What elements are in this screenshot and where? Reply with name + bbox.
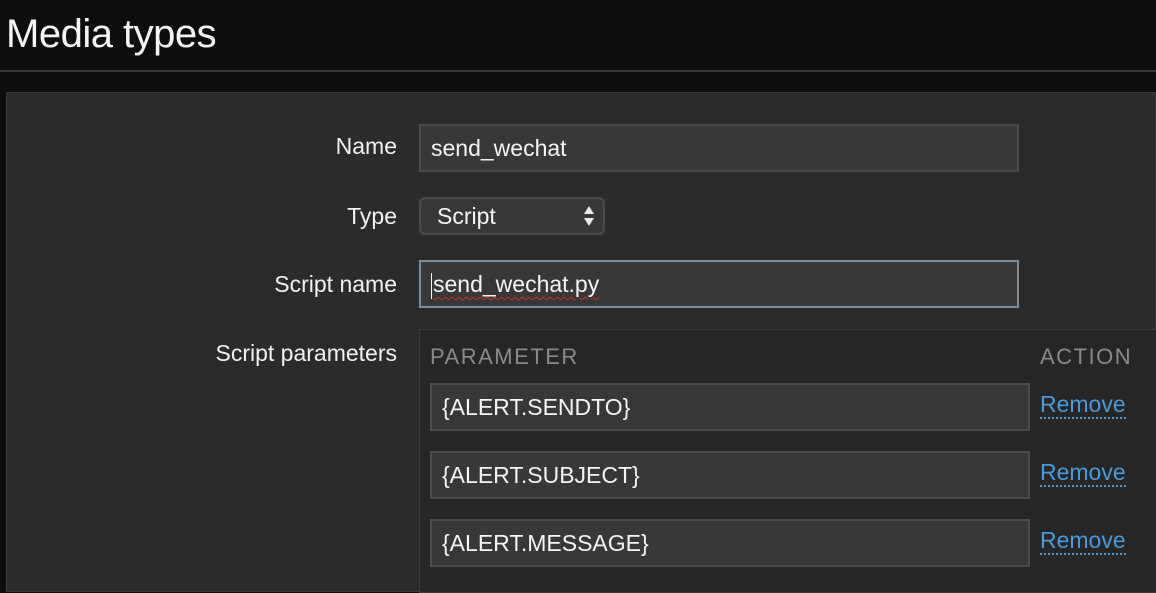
- page-title: Media types: [6, 12, 217, 56]
- media-type-form: Name send_wechat Type Script Script name…: [6, 92, 1156, 593]
- table-row: {ALERT.MESSAGE} Remove: [430, 519, 1150, 567]
- script-name-input[interactable]: send_wechat.py: [419, 260, 1019, 308]
- updown-arrows-icon: [584, 206, 594, 226]
- remove-link[interactable]: Remove: [1040, 391, 1126, 419]
- parameter-input[interactable]: {ALERT.SUBJECT}: [430, 451, 1030, 499]
- parameter-input[interactable]: {ALERT.SENDTO}: [430, 383, 1030, 431]
- name-label: Name: [335, 133, 397, 159]
- script-parameters-table: PARAMETER ACTION {ALERT.SENDTO} Remove {…: [419, 329, 1156, 593]
- action-column-header: ACTION: [1040, 344, 1133, 369]
- script-name-label: Script name: [274, 271, 397, 297]
- remove-link[interactable]: Remove: [1040, 459, 1126, 487]
- text-caret: [431, 272, 432, 299]
- type-label: Type: [347, 203, 397, 229]
- type-select[interactable]: Script: [419, 197, 605, 235]
- name-input[interactable]: send_wechat: [419, 124, 1019, 172]
- table-row: {ALERT.SUBJECT} Remove: [430, 451, 1150, 499]
- parameter-input[interactable]: {ALERT.MESSAGE}: [430, 519, 1030, 567]
- page-header: Media types: [0, 0, 1156, 72]
- script-parameters-label: Script parameters: [215, 340, 397, 366]
- parameter-column-header: PARAMETER: [430, 344, 579, 369]
- table-row: {ALERT.SENDTO} Remove: [430, 383, 1150, 431]
- script-name-value: send_wechat.py: [433, 271, 600, 297]
- remove-link[interactable]: Remove: [1040, 527, 1126, 555]
- type-select-value: Script: [437, 203, 496, 229]
